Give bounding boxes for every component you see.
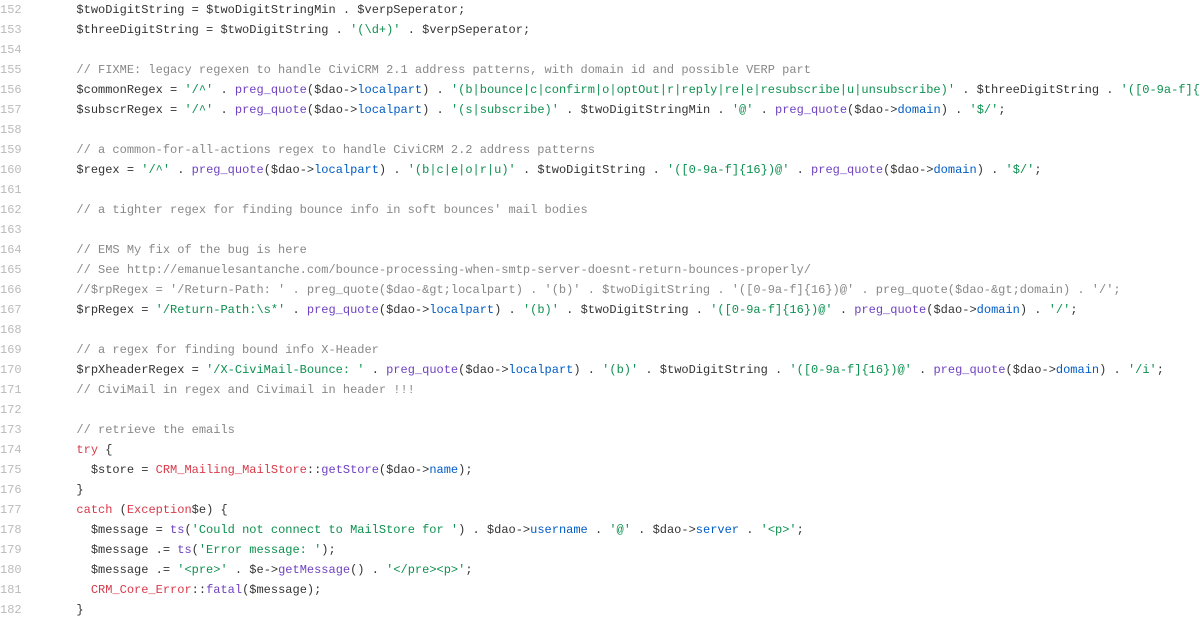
- code-content: $threeDigitString = $twoDigitString . '(…: [38, 20, 1200, 40]
- line-number: 165: [0, 260, 38, 280]
- code-line: 176 }: [0, 480, 1200, 500]
- code-line: 178 $message = ts('Could not connect to …: [0, 520, 1200, 540]
- line-number: 157: [0, 100, 38, 120]
- code-content: [38, 40, 1200, 60]
- code-content: $subscrRegex = '/^' . preg_quote($dao->l…: [38, 100, 1200, 120]
- code-content: // a regex for finding bound info X-Head…: [38, 340, 1200, 360]
- line-number: 171: [0, 380, 38, 400]
- code-line: 172: [0, 400, 1200, 420]
- code-line: 153 $threeDigitString = $twoDigitString …: [0, 20, 1200, 40]
- code-content: //$rpRegex = '/Return-Path: ' . preg_quo…: [38, 280, 1200, 300]
- code-line: 152 $twoDigitString = $twoDigitStringMin…: [0, 0, 1200, 20]
- code-line: 168: [0, 320, 1200, 340]
- line-number: 153: [0, 20, 38, 40]
- code-line: 169 // a regex for finding bound info X-…: [0, 340, 1200, 360]
- line-number: 164: [0, 240, 38, 260]
- code-content: [38, 400, 1200, 420]
- line-number: 161: [0, 180, 38, 200]
- code-line: 161: [0, 180, 1200, 200]
- code-line: 171 // CiviMail in regex and Civimail in…: [0, 380, 1200, 400]
- code-line: 170 $rpXheaderRegex = '/X-CiviMail-Bounc…: [0, 360, 1200, 380]
- code-content: $message .= ts('Error message: ');: [38, 540, 1200, 560]
- line-number: 172: [0, 400, 38, 420]
- code-block: 152 $twoDigitString = $twoDigitStringMin…: [0, 0, 1200, 620]
- code-line: 177 catch (Exception$e) {: [0, 500, 1200, 520]
- code-content: $regex = '/^' . preg_quote($dao->localpa…: [38, 160, 1200, 180]
- code-line: 165 // See http://emanuelesantanche.com/…: [0, 260, 1200, 280]
- line-number: 159: [0, 140, 38, 160]
- code-content: [38, 320, 1200, 340]
- code-line: 158: [0, 120, 1200, 140]
- line-number: 179: [0, 540, 38, 560]
- line-number: 156: [0, 80, 38, 100]
- code-content: $commonRegex = '/^' . preg_quote($dao->l…: [38, 80, 1200, 100]
- code-line: 155 // FIXME: legacy regexen to handle C…: [0, 60, 1200, 80]
- line-number: 168: [0, 320, 38, 340]
- line-number: 175: [0, 460, 38, 480]
- code-line: 157 $subscrRegex = '/^' . preg_quote($da…: [0, 100, 1200, 120]
- code-content: [38, 220, 1200, 240]
- line-number: 176: [0, 480, 38, 500]
- line-number: 182: [0, 600, 38, 620]
- line-number: 162: [0, 200, 38, 220]
- code-content: }: [38, 480, 1200, 500]
- line-number: 177: [0, 500, 38, 520]
- line-number: 174: [0, 440, 38, 460]
- code-content: $rpXheaderRegex = '/X-CiviMail-Bounce: '…: [38, 360, 1200, 380]
- code-line: 180 $message .= '<pre>' . $e->getMessage…: [0, 560, 1200, 580]
- line-number: 166: [0, 280, 38, 300]
- code-line: 159 // a common-for-all-actions regex to…: [0, 140, 1200, 160]
- code-line: 179 $message .= ts('Error message: ');: [0, 540, 1200, 560]
- line-number: 155: [0, 60, 38, 80]
- code-content: // retrieve the emails: [38, 420, 1200, 440]
- line-number: 181: [0, 580, 38, 600]
- code-content: $message .= '<pre>' . $e->getMessage() .…: [38, 560, 1200, 580]
- line-number: 163: [0, 220, 38, 240]
- code-content: }: [38, 600, 1200, 620]
- code-content: [38, 120, 1200, 140]
- code-content: $message = ts('Could not connect to Mail…: [38, 520, 1200, 540]
- line-number: 178: [0, 520, 38, 540]
- line-number: 170: [0, 360, 38, 380]
- code-line: 166 //$rpRegex = '/Return-Path: ' . preg…: [0, 280, 1200, 300]
- code-line: 154: [0, 40, 1200, 60]
- code-content: $rpRegex = '/Return-Path:\s*' . preg_quo…: [38, 300, 1200, 320]
- code-content: catch (Exception$e) {: [38, 500, 1200, 520]
- code-content: $store = CRM_Mailing_MailStore::getStore…: [38, 460, 1200, 480]
- code-content: $twoDigitString = $twoDigitStringMin . $…: [38, 0, 1200, 20]
- code-content: [38, 180, 1200, 200]
- code-content: // FIXME: legacy regexen to handle CiviC…: [38, 60, 1200, 80]
- code-content: // See http://emanuelesantanche.com/boun…: [38, 260, 1200, 280]
- code-content: CRM_Core_Error::fatal($message);: [38, 580, 1200, 600]
- code-line: 156 $commonRegex = '/^' . preg_quote($da…: [0, 80, 1200, 100]
- code-line: 182 }: [0, 600, 1200, 620]
- code-content: // a common-for-all-actions regex to han…: [38, 140, 1200, 160]
- code-line: 181 CRM_Core_Error::fatal($message);: [0, 580, 1200, 600]
- code-line: 173 // retrieve the emails: [0, 420, 1200, 440]
- code-line: 160 $regex = '/^' . preg_quote($dao->loc…: [0, 160, 1200, 180]
- code-content: // a tighter regex for finding bounce in…: [38, 200, 1200, 220]
- line-number: 154: [0, 40, 38, 60]
- code-content: try {: [38, 440, 1200, 460]
- line-number: 169: [0, 340, 38, 360]
- code-line: 164 // EMS My fix of the bug is here: [0, 240, 1200, 260]
- code-line: 163: [0, 220, 1200, 240]
- code-line: 175 $store = CRM_Mailing_MailStore::getS…: [0, 460, 1200, 480]
- code-content: // EMS My fix of the bug is here: [38, 240, 1200, 260]
- line-number: 180: [0, 560, 38, 580]
- line-number: 173: [0, 420, 38, 440]
- code-content: // CiviMail in regex and Civimail in hea…: [38, 380, 1200, 400]
- line-number: 158: [0, 120, 38, 140]
- code-line: 174 try {: [0, 440, 1200, 460]
- code-line: 162 // a tighter regex for finding bounc…: [0, 200, 1200, 220]
- code-line: 167 $rpRegex = '/Return-Path:\s*' . preg…: [0, 300, 1200, 320]
- line-number: 160: [0, 160, 38, 180]
- line-number: 167: [0, 300, 38, 320]
- line-number: 152: [0, 0, 38, 20]
